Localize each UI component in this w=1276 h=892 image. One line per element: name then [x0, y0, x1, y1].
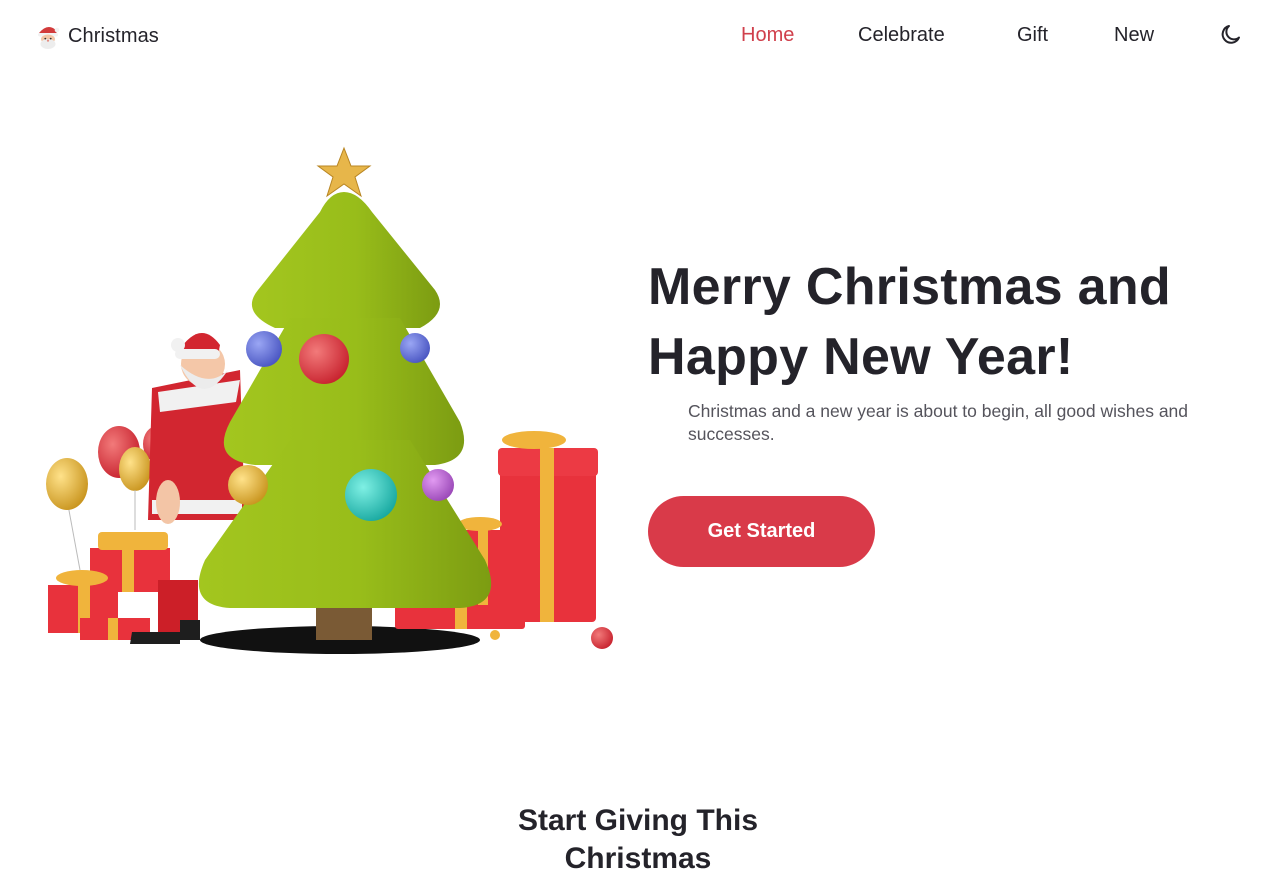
hero-title-line-2: Happy New Year!	[648, 328, 1074, 386]
main-nav: Home Celebrate Gift New	[0, 24, 1276, 52]
nav-new[interactable]: New	[1114, 24, 1154, 47]
section-title: Start Giving This Christmas	[488, 802, 788, 878]
moon-icon[interactable]	[1218, 22, 1244, 48]
hero-title: Merry Christmas and Happy New Year!	[648, 252, 1248, 392]
nav-celebrate[interactable]: Celebrate	[858, 24, 945, 47]
nav-home[interactable]: Home	[741, 24, 794, 47]
hero-title-line-1: Merry Christmas and	[648, 258, 1171, 316]
section-title-line-2: Christmas	[564, 842, 712, 875]
header: Christmas Home Celebrate Gift New	[0, 0, 1276, 74]
christmas-tree-illustration	[40, 140, 620, 660]
section-title-line-1: Start Giving This	[517, 804, 759, 837]
get-started-button[interactable]: Get Started	[648, 496, 875, 567]
nav-gift[interactable]: Gift	[1017, 24, 1048, 47]
hero-description: Christmas and a new year is about to beg…	[688, 401, 1189, 444]
